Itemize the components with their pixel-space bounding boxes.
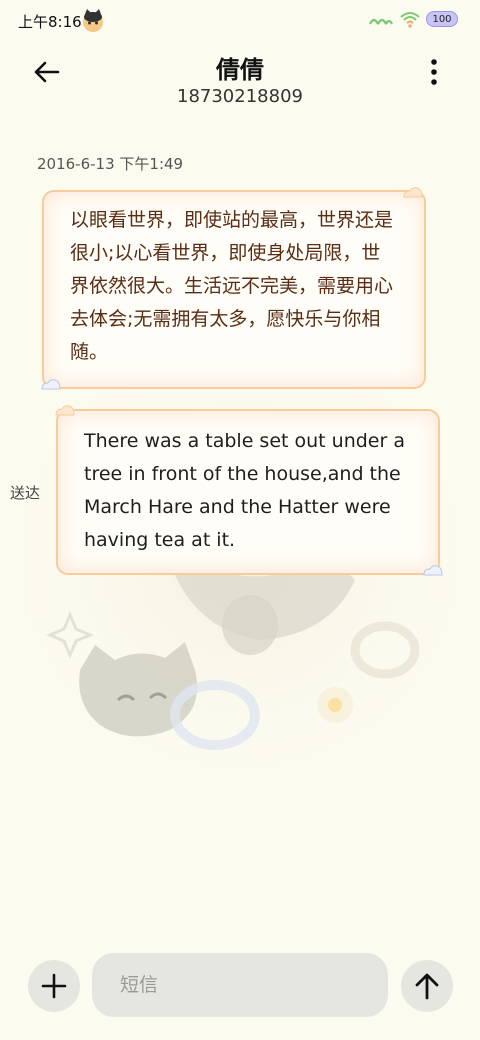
delivery-status: 送达 [10, 484, 41, 502]
sent-message-text: There was a table set out under a tree i… [84, 430, 405, 551]
bubble-cloud-decoration [403, 187, 423, 198]
contact-name: 倩倩 [216, 56, 264, 84]
wifi-icon [400, 12, 420, 28]
bubble-cloud-decoration [423, 565, 443, 576]
add-attachment-button[interactable] [28, 960, 80, 1012]
status-time: 上午8:16 [18, 13, 82, 31]
sent-message-bubble[interactable]: There was a table set out under a tree i… [56, 409, 440, 575]
signal-icon [369, 18, 393, 25]
battery-indicator: 100 [426, 11, 458, 27]
message-input[interactable]: 短信 [92, 953, 388, 1017]
bubble-cloud-decoration [41, 379, 61, 390]
bubble-cloud-decoration [55, 405, 75, 416]
more-vertical-icon[interactable] [422, 56, 446, 88]
send-button[interactable] [401, 960, 453, 1012]
received-message-bubble[interactable]: 以眼看世界，即使站的最高，世界还是很小;以心看世界，即使身处局限，世界依然很大。… [42, 190, 426, 389]
received-message-text: 以眼看世界，即使站的最高，世界还是很小;以心看世界，即使身处局限，世界依然很大。… [70, 209, 394, 363]
status-indicators: 100 [368, 10, 458, 28]
message-timestamp: 2016-6-13 下午1:49 [37, 155, 184, 173]
status-bar: 上午8:16 100 [0, 0, 480, 44]
pet-avatar-icon [83, 9, 103, 32]
send-arrow-icon [415, 973, 439, 1000]
contact-number: 18730218809 [177, 86, 303, 107]
plus-icon [41, 973, 67, 999]
conversation-header: 倩倩 18730218809 [0, 44, 480, 120]
